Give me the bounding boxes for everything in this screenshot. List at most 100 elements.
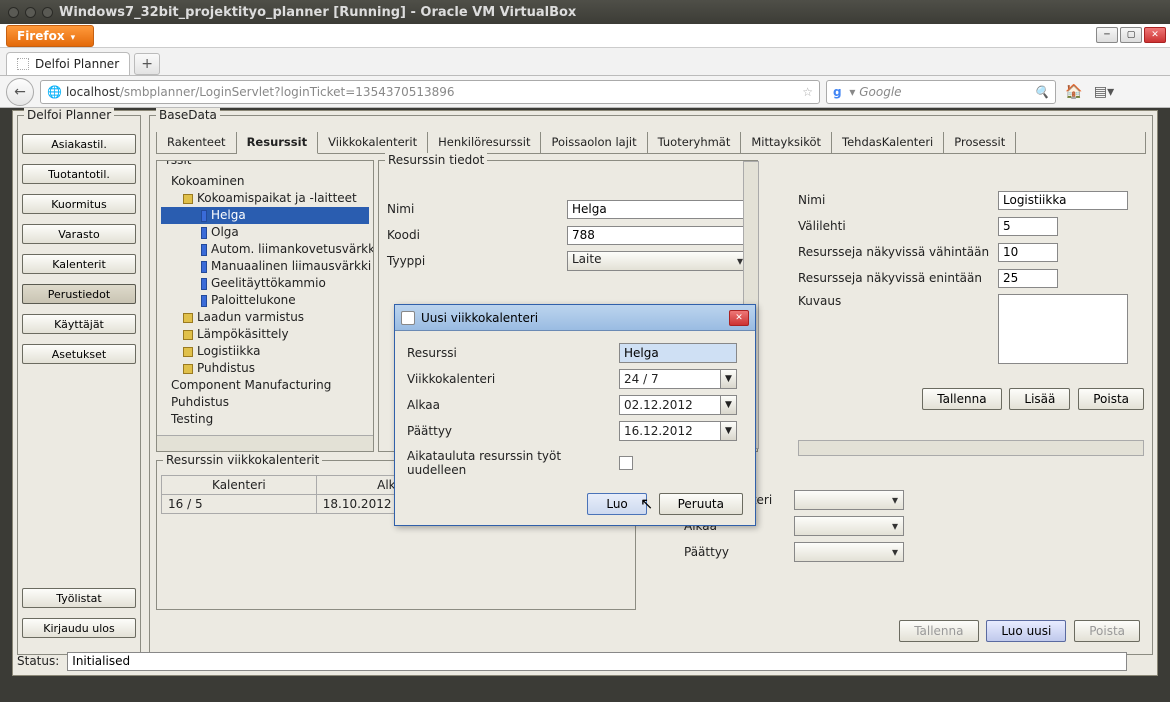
tree-title: rssit (163, 160, 194, 167)
back-button[interactable]: ← (6, 78, 34, 106)
dlg-label-aikatauluta: Aikatauluta resurssin työt uudelleen (407, 449, 619, 477)
input-group-nimi[interactable] (998, 191, 1128, 210)
textarea-kuvaus[interactable] (998, 294, 1128, 364)
tree-leaf-selected[interactable]: Helga (161, 207, 369, 224)
sidebar-btn-asetukset[interactable]: Asetukset (22, 344, 136, 364)
tree-node[interactable]: Puhdistus (161, 394, 369, 411)
label-koodi: Koodi (387, 228, 567, 242)
tree-leaf[interactable]: Olga (161, 224, 369, 241)
label-kuvaus: Kuvaus (798, 294, 998, 308)
dlg-checkbox-aikatauluta[interactable] (619, 456, 633, 470)
globe-icon: 🌐 (47, 85, 62, 99)
status-label: Status: (17, 654, 59, 668)
button-lr-poista[interactable]: Poista (1074, 620, 1140, 642)
dlg-label-paattyy: Päättyy (407, 424, 619, 438)
firefox-menu-button[interactable]: Firefox (6, 25, 94, 47)
sidebar-btn-tuotantotil[interactable]: Tuotantotil. (22, 164, 136, 184)
input-koodi[interactable] (567, 226, 749, 245)
dialog-titlebar[interactable]: Uusi viikkokalenteri ✕ (395, 305, 755, 331)
window-minimize-button[interactable]: ─ (1096, 27, 1118, 43)
button-lr-luo-uusi[interactable]: Luo uusi (986, 620, 1066, 642)
input-valilehti[interactable] (998, 217, 1058, 236)
button-lr-tallenna[interactable]: Tallenna (899, 620, 978, 642)
dlg-input-resurssi[interactable] (619, 343, 737, 363)
button-lisaa[interactable]: Lisää (1009, 388, 1070, 410)
tree-node[interactable]: Testing (161, 411, 369, 428)
tree-node[interactable]: Laadun varmistus (161, 309, 369, 326)
tab-mittayksikot[interactable]: Mittayksiköt (741, 132, 832, 153)
right-hscroll[interactable] (798, 440, 1144, 456)
tree-node[interactable]: Kokoamispaikat ja -laitteet (161, 190, 369, 207)
tab-prosessit[interactable]: Prosessit (944, 132, 1016, 153)
dlg-button-luo[interactable]: Luo (587, 493, 646, 515)
sidebar: Delfoi Planner Asiakastil. Tuotantotil. … (17, 115, 141, 655)
dlg-date-alkaa[interactable]: 02.12.2012▼ (619, 395, 737, 415)
sidebar-btn-varasto[interactable]: Varasto (22, 224, 136, 244)
tab-tehdaskalenteri[interactable]: TehdasKalenteri (832, 132, 944, 153)
sidebar-btn-tyolistat[interactable]: Työlistat (22, 588, 136, 608)
select-tyyppi[interactable]: Laite (567, 251, 749, 271)
search-go-icon[interactable]: 🔍 (1034, 85, 1049, 99)
url-host: localhost (66, 85, 120, 99)
button-tallenna[interactable]: Tallenna (922, 388, 1001, 410)
select-lr-paattyy[interactable] (794, 542, 904, 562)
tree-leaf[interactable]: Geelitäyttökammio (161, 275, 369, 292)
tree-hscroll[interactable] (157, 435, 373, 451)
tree-node[interactable]: Component Manufacturing (161, 377, 369, 394)
window-close-button[interactable]: ✕ (1144, 27, 1166, 43)
tab-viikkokalenterit[interactable]: Viikkokalenterit (318, 132, 428, 153)
sidebar-btn-kayttajat[interactable]: Käyttäjät (22, 314, 136, 334)
tree-leaf[interactable]: Autom. liimankovetusvärkki (161, 241, 369, 258)
search-box[interactable]: g ▾ Google 🔍 (826, 80, 1056, 104)
cal-th-kalenteri[interactable]: Kalenteri (162, 476, 317, 495)
browser-tab-strip: Delfoi Planner + (0, 48, 1170, 76)
vm-dot[interactable] (42, 7, 53, 18)
dlg-button-peruuta[interactable]: Peruuta (659, 493, 743, 515)
dlg-select-viikko[interactable]: 24 / 7▼ (619, 369, 737, 389)
button-poista[interactable]: Poista (1078, 388, 1144, 410)
tab-tuoteryhmat[interactable]: Tuoteryhmät (648, 132, 742, 153)
tree-leaf[interactable]: Manuaalinen liimausvärkki (161, 258, 369, 275)
input-nimi[interactable] (567, 200, 749, 219)
tree-node[interactable]: Lämpökäsittely (161, 326, 369, 343)
new-tab-button[interactable]: + (134, 53, 160, 75)
url-bar[interactable]: 🌐 localhost/smbplanner/LoginServlet?logi… (40, 80, 820, 104)
tree-node[interactable]: Kokoaminen (161, 173, 369, 190)
select-lr-alkaa[interactable] (794, 516, 904, 536)
vm-dot[interactable] (8, 7, 19, 18)
label-group-nimi: Nimi (798, 193, 998, 207)
tree-leaf[interactable]: Paloittelukone (161, 292, 369, 309)
sidebar-btn-perustiedot[interactable]: Perustiedot (22, 284, 136, 304)
vm-dot[interactable] (25, 7, 36, 18)
search-placeholder: Google (859, 85, 901, 99)
bookmark-star-icon[interactable]: ☆ (802, 85, 813, 99)
sidebar-btn-asiakastil[interactable]: Asiakastil. (22, 134, 136, 154)
input-res-max[interactable] (998, 269, 1058, 288)
sidebar-btn-kirjaudu-ulos[interactable]: Kirjaudu ulos (22, 618, 136, 638)
cal-title: Resurssin viikkokalenterit (163, 453, 322, 467)
dialog-title: Uusi viikkokalenteri (421, 311, 538, 325)
window-maximize-button[interactable]: ▢ (1120, 27, 1142, 43)
sidebar-btn-kuormitus[interactable]: Kuormitus (22, 194, 136, 214)
dlg-date-paattyy[interactable]: 16.12.2012▼ (619, 421, 737, 441)
tab-poissaolon-lajit[interactable]: Poissaolon lajit (541, 132, 647, 153)
label-nimi: Nimi (387, 202, 567, 216)
browser-tab[interactable]: Delfoi Planner (6, 52, 130, 75)
select-lr-viikko[interactable] (794, 490, 904, 510)
tree-node[interactable]: Puhdistus (161, 360, 369, 377)
group-details-panel: Nimi Välilehti Resursseja näkyvissä vähi… (798, 190, 1144, 460)
home-button[interactable]: 🏠 (1062, 80, 1086, 104)
sidebar-btn-kalenterit[interactable]: Kalenterit (22, 254, 136, 274)
tree-node[interactable]: Logistiikka (161, 343, 369, 360)
input-res-min[interactable] (998, 243, 1058, 262)
dialog-close-button[interactable]: ✕ (729, 310, 749, 326)
label-tyyppi: Tyyppi (387, 254, 567, 268)
bookmarks-menu-button[interactable]: ▤▾ (1092, 80, 1116, 104)
vm-title: Windows7_32bit_projektityo_planner [Runn… (59, 5, 576, 20)
status-bar: Status: (17, 649, 1153, 673)
tab-rakenteet[interactable]: Rakenteet (157, 132, 237, 153)
dlg-label-alkaa: Alkaa (407, 398, 619, 412)
tab-henkiloresurssit[interactable]: Henkilöresurssit (428, 132, 541, 153)
tab-resurssit[interactable]: Resurssit (237, 132, 319, 154)
dlg-label-viikko: Viikkokalenteri (407, 372, 619, 386)
